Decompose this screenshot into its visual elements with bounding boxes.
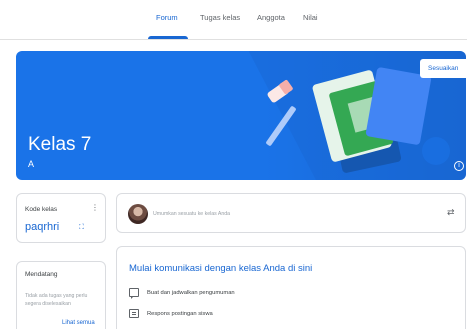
communicate-title: Mulai komunikasi dengan kelas Anda di si… [129, 263, 313, 274]
respond-posts-label: Respons postingan siswa [147, 310, 213, 317]
avatar [128, 204, 148, 224]
customize-label: Sesuaikan [428, 65, 459, 72]
top-navigation: Forum Tugas kelas Anggota Nilai [0, 0, 467, 40]
upcoming-card: Mendatang Tidak ada tugas yang perlu seg… [16, 261, 106, 329]
upcoming-empty-text: Tidak ada tugas yang perlu segera disele… [25, 293, 88, 307]
announce-box[interactable]: Umumkan sesuatu ke kelas Anda ⇄ [116, 193, 466, 233]
repost-icon[interactable]: ⇄ [447, 207, 455, 218]
class-code-value: paqrhri [25, 221, 60, 233]
respond-posts-item[interactable]: Respons postingan siswa [129, 309, 213, 318]
active-tab-indicator [148, 36, 188, 39]
customize-button[interactable]: Sesuaikan [420, 59, 466, 78]
tab-tugas-kelas[interactable]: Tugas kelas [200, 13, 240, 22]
view-all-link[interactable]: Lihat semua [62, 320, 95, 326]
class-code-label: Kode kelas [25, 206, 58, 213]
upcoming-title: Mendatang [25, 271, 58, 278]
create-announcement-label: Buat dan jadwalkan pengumuman [147, 289, 235, 296]
fullscreen-icon[interactable]: ⛶ [79, 224, 84, 232]
class-section: A [28, 159, 35, 169]
tab-anggota[interactable]: Anggota [257, 13, 285, 22]
class-title: Kelas 7 [28, 134, 92, 155]
communicate-card: Mulai komunikasi dengan kelas Anda di si… [116, 246, 466, 329]
announce-input[interactable]: Umumkan sesuatu ke kelas Anda [153, 211, 230, 217]
class-code-card: Kode kelas ⋮ paqrhri ⛶ [16, 193, 106, 243]
tab-nilai[interactable]: Nilai [303, 13, 318, 22]
chat-icon [129, 288, 139, 299]
list-icon [129, 309, 139, 318]
more-vert-icon[interactable]: ⋮ [91, 204, 99, 212]
info-icon[interactable]: i [454, 161, 464, 171]
tab-forum[interactable]: Forum [156, 13, 178, 22]
banner-illustration [248, 51, 466, 180]
class-banner: Kelas 7 A Sesuaikan i [16, 51, 466, 180]
create-announcement-item[interactable]: Buat dan jadwalkan pengumuman [129, 288, 235, 299]
